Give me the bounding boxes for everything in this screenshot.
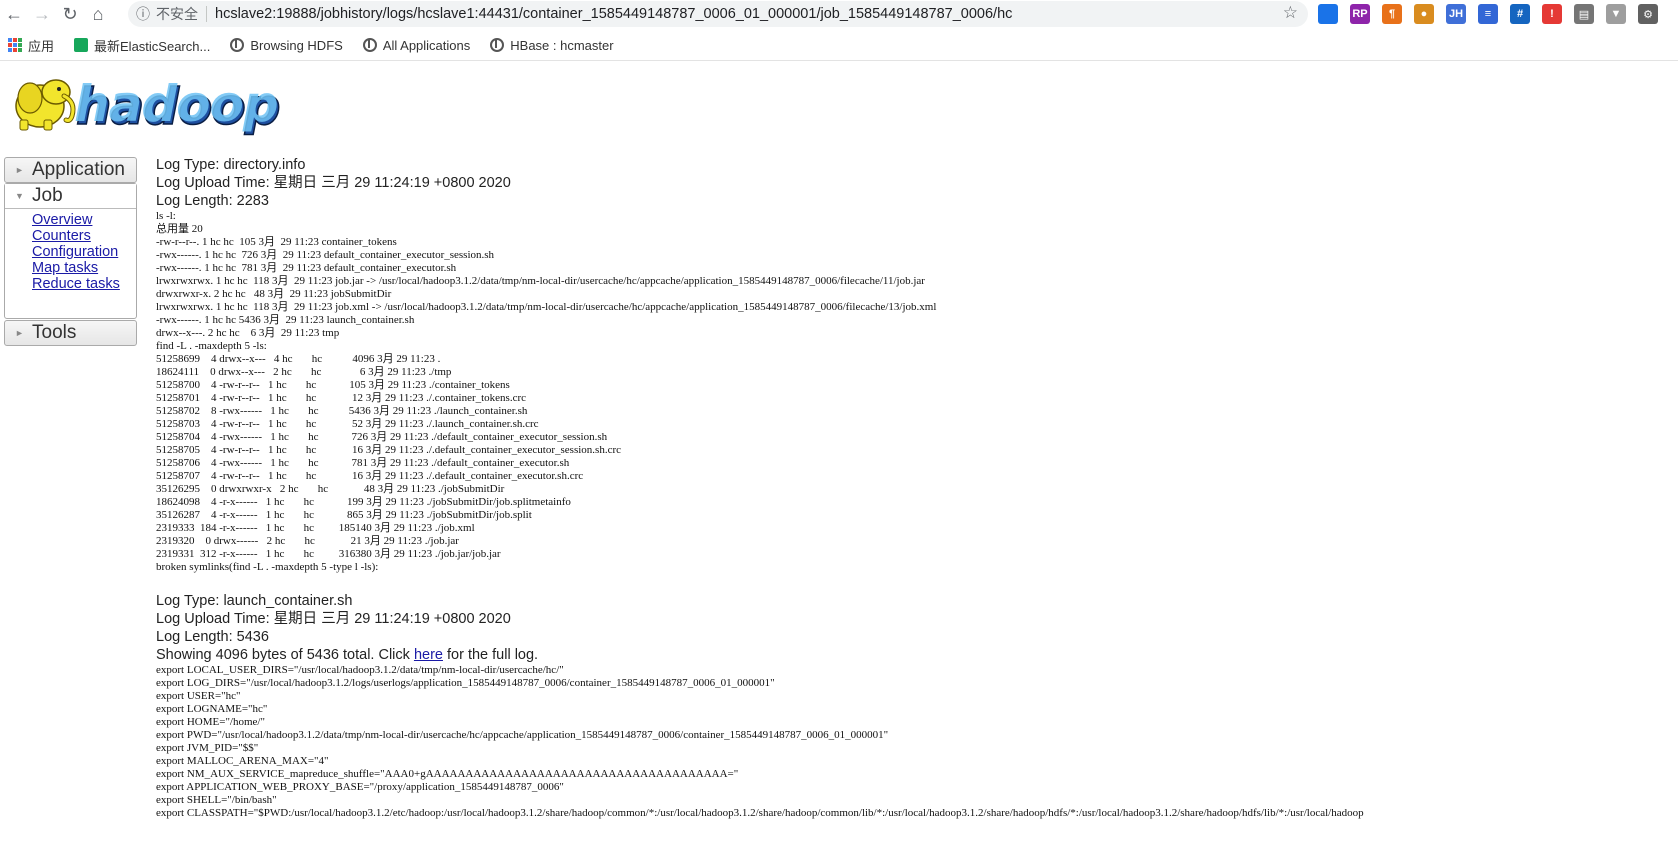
link-map-tasks[interactable]: Map tasks — [32, 260, 136, 276]
sidebar-head-job[interactable]: ▼ Job — [5, 184, 136, 209]
log-length: Log Length: 2283 — [156, 193, 269, 209]
security-label: 不安全 — [156, 6, 198, 22]
url-text[interactable]: hcslave2:19888/jobhistory/logs/hcslave1:… — [215, 6, 1012, 22]
globe-icon — [490, 38, 505, 52]
bookmark-label: Browsing HDFS — [250, 37, 343, 53]
ext-4-icon[interactable]: ● — [1414, 4, 1434, 24]
hadoop-logo: hadoop hadoop — [6, 72, 286, 141]
full-log-link[interactable]: here — [414, 647, 443, 663]
address-bar[interactable]: ⓘ 不安全 hcslave2:19888/jobhistory/logs/hcs… — [128, 1, 1308, 27]
ext-9-icon[interactable]: ▤ — [1574, 4, 1594, 24]
hadoop-logo-image: hadoop hadoop — [15, 75, 281, 137]
bookmark-apps[interactable]: 应用 — [8, 36, 54, 55]
ext-6-icon[interactable]: ≡ — [1478, 4, 1498, 24]
log-text: ls -l: 总用量 20 -rw-r--r--. 1 hc hc 105 3月… — [156, 210, 937, 573]
bookmarks-bar: 应用 最新ElasticSearch... Browsing HDFS All … — [0, 30, 1678, 61]
bookmark-label: HBase : hcmaster — [510, 37, 614, 53]
sidebar-head-label: Tools — [32, 322, 77, 343]
ext-8-icon[interactable]: ! — [1542, 4, 1562, 24]
log-upload-time: Log Upload Time: 星期日 三月 29 11:24:19 +080… — [156, 611, 511, 627]
ext-10-icon[interactable]: ▼ — [1606, 4, 1626, 24]
sidebar-tools: ► Tools — [4, 320, 137, 346]
collapsed-triangle-icon: ► — [15, 328, 24, 338]
log-text: export LOCAL_USER_DIRS="/usr/local/hadoo… — [156, 664, 1364, 819]
ext-3-icon[interactable]: ¶ — [1382, 4, 1402, 24]
apps-grid-icon — [8, 38, 22, 52]
forward-button[interactable]: → — [28, 0, 56, 28]
sidebar-head-label: Application — [32, 159, 125, 180]
back-button[interactable]: ← — [0, 0, 28, 28]
link-configuration[interactable]: Configuration — [32, 244, 136, 260]
link-overview[interactable]: Overview — [32, 212, 136, 228]
globe-icon — [230, 38, 245, 52]
ext-5-icon[interactable]: JH — [1446, 4, 1466, 24]
link-reduce-tasks[interactable]: Reduce tasks — [32, 276, 136, 292]
bookmark-label: 应用 — [28, 38, 55, 54]
link-counters[interactable]: Counters — [32, 228, 136, 244]
log-type: Log Type: directory.info — [156, 157, 306, 173]
ext-2-icon[interactable]: RP — [1350, 4, 1370, 24]
info-icon[interactable]: ⓘ — [136, 4, 150, 24]
sidebar-head-tools[interactable]: ► Tools — [5, 321, 136, 345]
showing-suffix: for the full log. — [442, 647, 539, 663]
address-separator — [206, 6, 207, 22]
bookmark-all-applications[interactable]: All Applications — [362, 37, 471, 53]
bookmark-label: All Applications — [382, 37, 471, 53]
bookmark-hbase[interactable]: HBase : hcmaster — [490, 37, 614, 53]
bookmark-elasticsearch[interactable]: 最新ElasticSearch... — [74, 36, 210, 55]
ext-1-icon[interactable] — [1318, 4, 1338, 24]
log-showing-note: Showing 4096 bytes of 5436 total. Click … — [156, 646, 1666, 664]
logo-wordmark-highlight: hadoop — [74, 75, 278, 133]
home-button[interactable]: ⌂ — [84, 0, 112, 28]
log-content: Log Type: directory.info Log Upload Time… — [156, 156, 1666, 820]
bookmark-browsing-hdfs[interactable]: Browsing HDFS — [230, 37, 343, 53]
bookmark-label: 最新ElasticSearch... — [94, 38, 211, 54]
ext-7-icon[interactable]: # — [1510, 4, 1530, 24]
sidebar-job: ▼ Job Overview Counters Configuration Ma… — [4, 183, 137, 319]
log-type: Log Type: launch_container.sh — [156, 593, 353, 609]
elasticsearch-icon — [74, 38, 89, 52]
bookmark-star-icon[interactable]: ☆ — [1283, 3, 1298, 23]
job-links: Overview Counters Configuration Map task… — [5, 209, 136, 300]
sidebar-head-application[interactable]: ► Application — [5, 158, 136, 182]
sidebar-application: ► Application — [4, 157, 137, 183]
reload-button[interactable]: ↻ — [56, 0, 84, 28]
collapsed-triangle-icon: ► — [15, 165, 24, 175]
ext-11-icon[interactable]: ⚙ — [1638, 4, 1658, 24]
log-length: Log Length: 5436 — [156, 629, 269, 645]
log-upload-time: Log Upload Time: 星期日 三月 29 11:24:19 +080… — [156, 175, 511, 191]
extensions-area: RP ¶ ● JH ≡ #! ▤ ▼ ⚙ — [1318, 4, 1670, 24]
browser-toolbar: ← → ↻ ⌂ ⓘ 不安全 hcslave2:19888/jobhistory/… — [0, 0, 1678, 28]
expanded-triangle-icon: ▼ — [15, 191, 24, 201]
sidebar-head-label: Job — [32, 185, 63, 206]
showing-prefix: Showing 4096 bytes of 5436 total. Click — [156, 647, 414, 663]
globe-icon — [362, 38, 377, 52]
